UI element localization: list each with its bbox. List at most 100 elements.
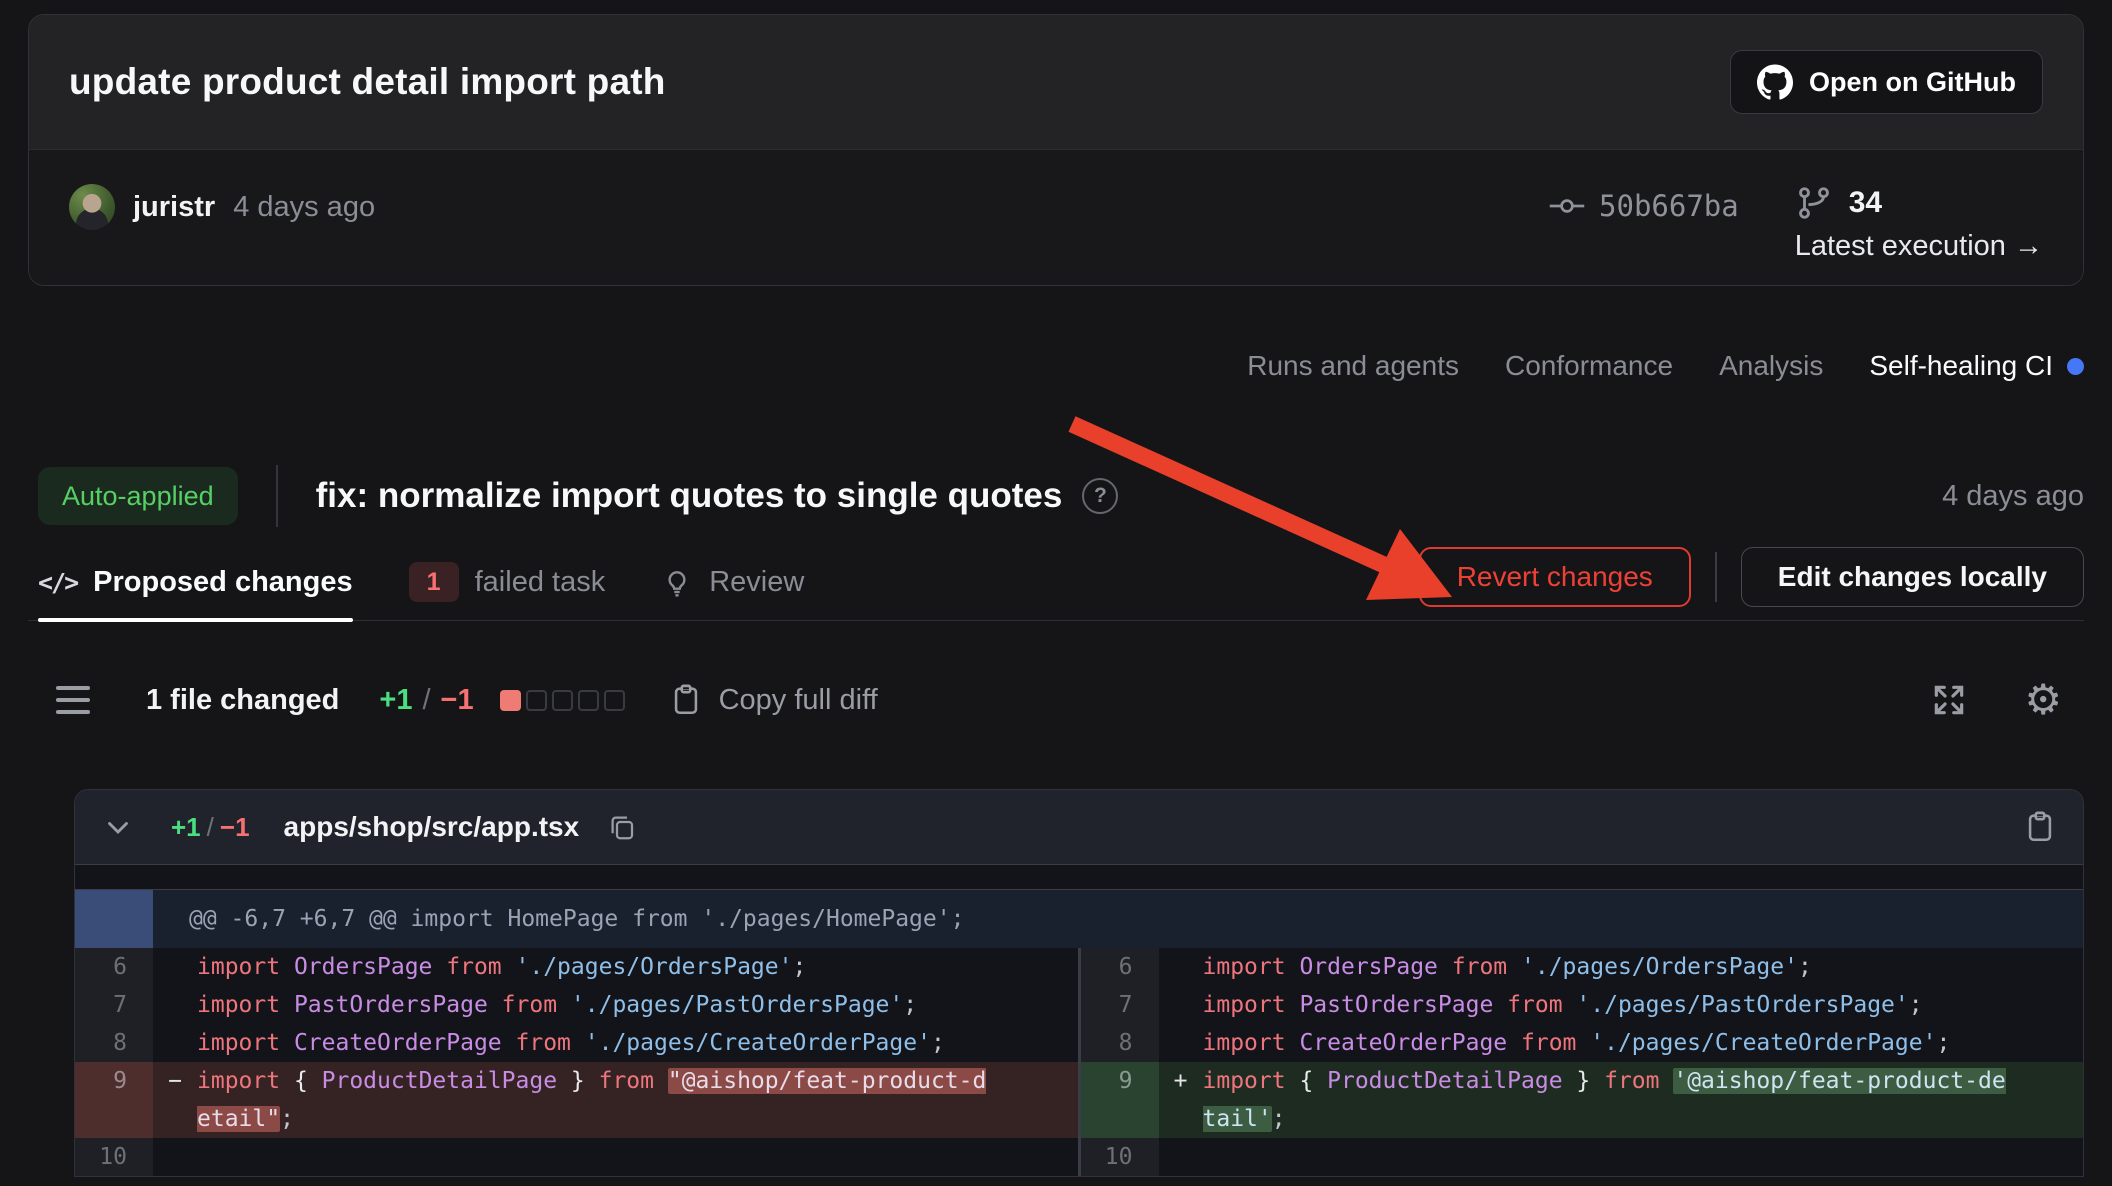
failed-task-count-badge: 1: [409, 562, 459, 602]
files-changed-label: 1 file changed: [146, 684, 339, 717]
latest-execution-link[interactable]: Latest execution →: [1795, 230, 2043, 263]
diff-line-row: 6 import OrdersPage from './pages/OrdersP…: [1081, 948, 2084, 986]
copy-full-diff-button[interactable]: Copy full diff: [669, 683, 878, 717]
diff-marker: +: [1159, 1062, 1203, 1138]
fix-header-row: Auto-applied fix: normalize import quote…: [38, 464, 2084, 528]
execution-top: 34: [1795, 184, 1882, 222]
file-deletions: −1: [220, 812, 250, 843]
diff-line-row: 10: [75, 1138, 1078, 1176]
code-icon: </>: [38, 568, 77, 597]
tab-failed-task[interactable]: 1 failed task: [409, 544, 606, 620]
file-list-menu-icon[interactable]: [56, 686, 90, 714]
code-text: import CreateOrderPage from './pages/Cre…: [197, 1024, 997, 1062]
line-number: 9: [75, 1062, 153, 1138]
code-text: import PastOrdersPage from './pages/Past…: [197, 986, 997, 1024]
commit-meta: 50b667ba 34 Latest execution →: [1549, 184, 2043, 263]
fix-title: fix: normalize import quotes to single q…: [316, 476, 1063, 516]
file-additions: +1: [171, 812, 201, 843]
diff-body: 6 import OrdersPage from './pages/OrdersP…: [75, 948, 2083, 1176]
page-title: update product detail import path: [69, 61, 666, 103]
diff-marker: [153, 1024, 197, 1062]
avatar[interactable]: [69, 184, 115, 230]
code-strip: [75, 865, 2083, 890]
expand-fullscreen-icon[interactable]: [1930, 681, 1968, 719]
auto-applied-badge: Auto-applied: [38, 467, 238, 525]
diff-marker: −: [153, 1062, 197, 1138]
code-text: import OrdersPage from './pages/OrdersPa…: [197, 948, 997, 986]
diff-marker: [153, 948, 197, 986]
code-text: import OrdersPage from './pages/OrdersPa…: [1203, 948, 2015, 986]
nav-self-healing-ci[interactable]: Self-healing CI: [1869, 350, 2084, 382]
nav-conformance[interactable]: Conformance: [1505, 350, 1673, 382]
tab-review[interactable]: Review: [661, 544, 804, 620]
diff-line-row: 7 import PastOrdersPage from './pages/Pas…: [1081, 986, 2084, 1024]
lightbulb-icon: [661, 566, 693, 598]
commit-sha: 50b667ba: [1599, 189, 1739, 223]
line-number: 6: [75, 948, 153, 986]
tab-proposed-changes[interactable]: </> Proposed changes: [38, 544, 353, 620]
code-text: import CreateOrderPage from './pages/Cre…: [1203, 1024, 2015, 1062]
tabs-row: </> Proposed changes 1 failed task Revie…: [28, 544, 2084, 621]
git-commit-icon: [1549, 188, 1585, 224]
file-diff-header: +1 / −1 apps/shop/src/app.tsx: [75, 790, 2083, 865]
line-number: 10: [75, 1138, 153, 1176]
diff-stat-square: [604, 690, 625, 711]
header-card-bottom: juristr 4 days ago 50b667ba 34: [29, 149, 2083, 285]
nav-analysis[interactable]: Analysis: [1719, 350, 1823, 382]
nav-runs-and-agents[interactable]: Runs and agents: [1247, 350, 1459, 382]
diff-marker: [153, 1138, 197, 1176]
header-card: update product detail import path Open o…: [28, 14, 2084, 286]
open-on-github-label: Open on GitHub: [1809, 67, 2016, 98]
diff-marker: [1159, 1138, 1203, 1176]
diff-toolbar: 1 file changed +1 / −1 Copy full diff ⚙: [28, 671, 2084, 729]
line-number: 7: [1081, 986, 1159, 1024]
line-number: 6: [1081, 948, 1159, 986]
diff-panel-new: 6 import OrdersPage from './pages/OrdersP…: [1081, 948, 2084, 1176]
line-number: 10: [1081, 1138, 1159, 1176]
stat-slash: /: [422, 684, 430, 717]
settings-gear-icon[interactable]: ⚙: [2024, 679, 2062, 721]
diff-panel-old: 6 import OrdersPage from './pages/OrdersP…: [75, 948, 1078, 1176]
diff-marker: [1159, 986, 1203, 1024]
diff-stat-square: [578, 690, 599, 711]
copy-path-icon[interactable]: [607, 812, 637, 842]
diff-stat-square: [526, 690, 547, 711]
toolbar-right: ⚙: [1930, 679, 2084, 721]
line-number: 7: [75, 986, 153, 1024]
nav-self-healing-label: Self-healing CI: [1869, 350, 2053, 382]
diff-line-row: 7 import PastOrdersPage from './pages/Pas…: [75, 986, 1078, 1024]
copy-full-diff-label: Copy full diff: [719, 684, 878, 717]
code-text: [1203, 1138, 2015, 1176]
deletions-count: −1: [441, 684, 474, 717]
open-on-github-button[interactable]: Open on GitHub: [1730, 50, 2043, 114]
chevron-down-icon[interactable]: [101, 810, 135, 844]
commit-hash[interactable]: 50b667ba: [1549, 188, 1739, 224]
diff-stat-square: [500, 690, 521, 711]
code-text: import { ProductDetailPage } from "@aish…: [197, 1062, 997, 1138]
file-stats: +1 / −1: [171, 812, 250, 843]
diff-marker: [153, 986, 197, 1024]
line-number: 9: [1081, 1062, 1159, 1138]
diff-line-row: 9−import { ProductDetailPage } from "@ai…: [75, 1062, 1078, 1138]
code-text: [197, 1138, 997, 1176]
code-text: import { ProductDetailPage } from '@aish…: [1203, 1062, 2015, 1138]
line-number: 8: [75, 1024, 153, 1062]
code-text: import PastOrdersPage from './pages/Past…: [1203, 986, 2015, 1024]
fix-time: 4 days ago: [1942, 480, 2084, 513]
divider: [1715, 552, 1717, 602]
tab-failed-task-label: failed task: [475, 566, 606, 599]
header-card-top: update product detail import path Open o…: [29, 15, 2083, 149]
action-buttons: Revert changes Edit changes locally: [1419, 547, 2084, 607]
diff-marker: [1159, 1024, 1203, 1062]
hunk-header: @@ -6,7 +6,7 @@ import HomePage from './…: [75, 890, 2083, 948]
diff-card: +1 / −1 apps/shop/src/app.tsx @@ -6,7 +6…: [74, 789, 2084, 1177]
execution-number: 34: [1849, 186, 1882, 220]
copy-file-diff-icon[interactable]: [2023, 810, 2057, 844]
author-name: juristr: [133, 191, 215, 224]
revert-changes-button[interactable]: Revert changes: [1419, 547, 1691, 607]
author-time: 4 days ago: [233, 191, 375, 224]
help-icon[interactable]: ?: [1082, 478, 1118, 514]
commit-author: juristr 4 days ago: [69, 184, 375, 230]
page: update product detail import path Open o…: [0, 14, 2112, 1186]
edit-changes-locally-button[interactable]: Edit changes locally: [1741, 547, 2084, 607]
